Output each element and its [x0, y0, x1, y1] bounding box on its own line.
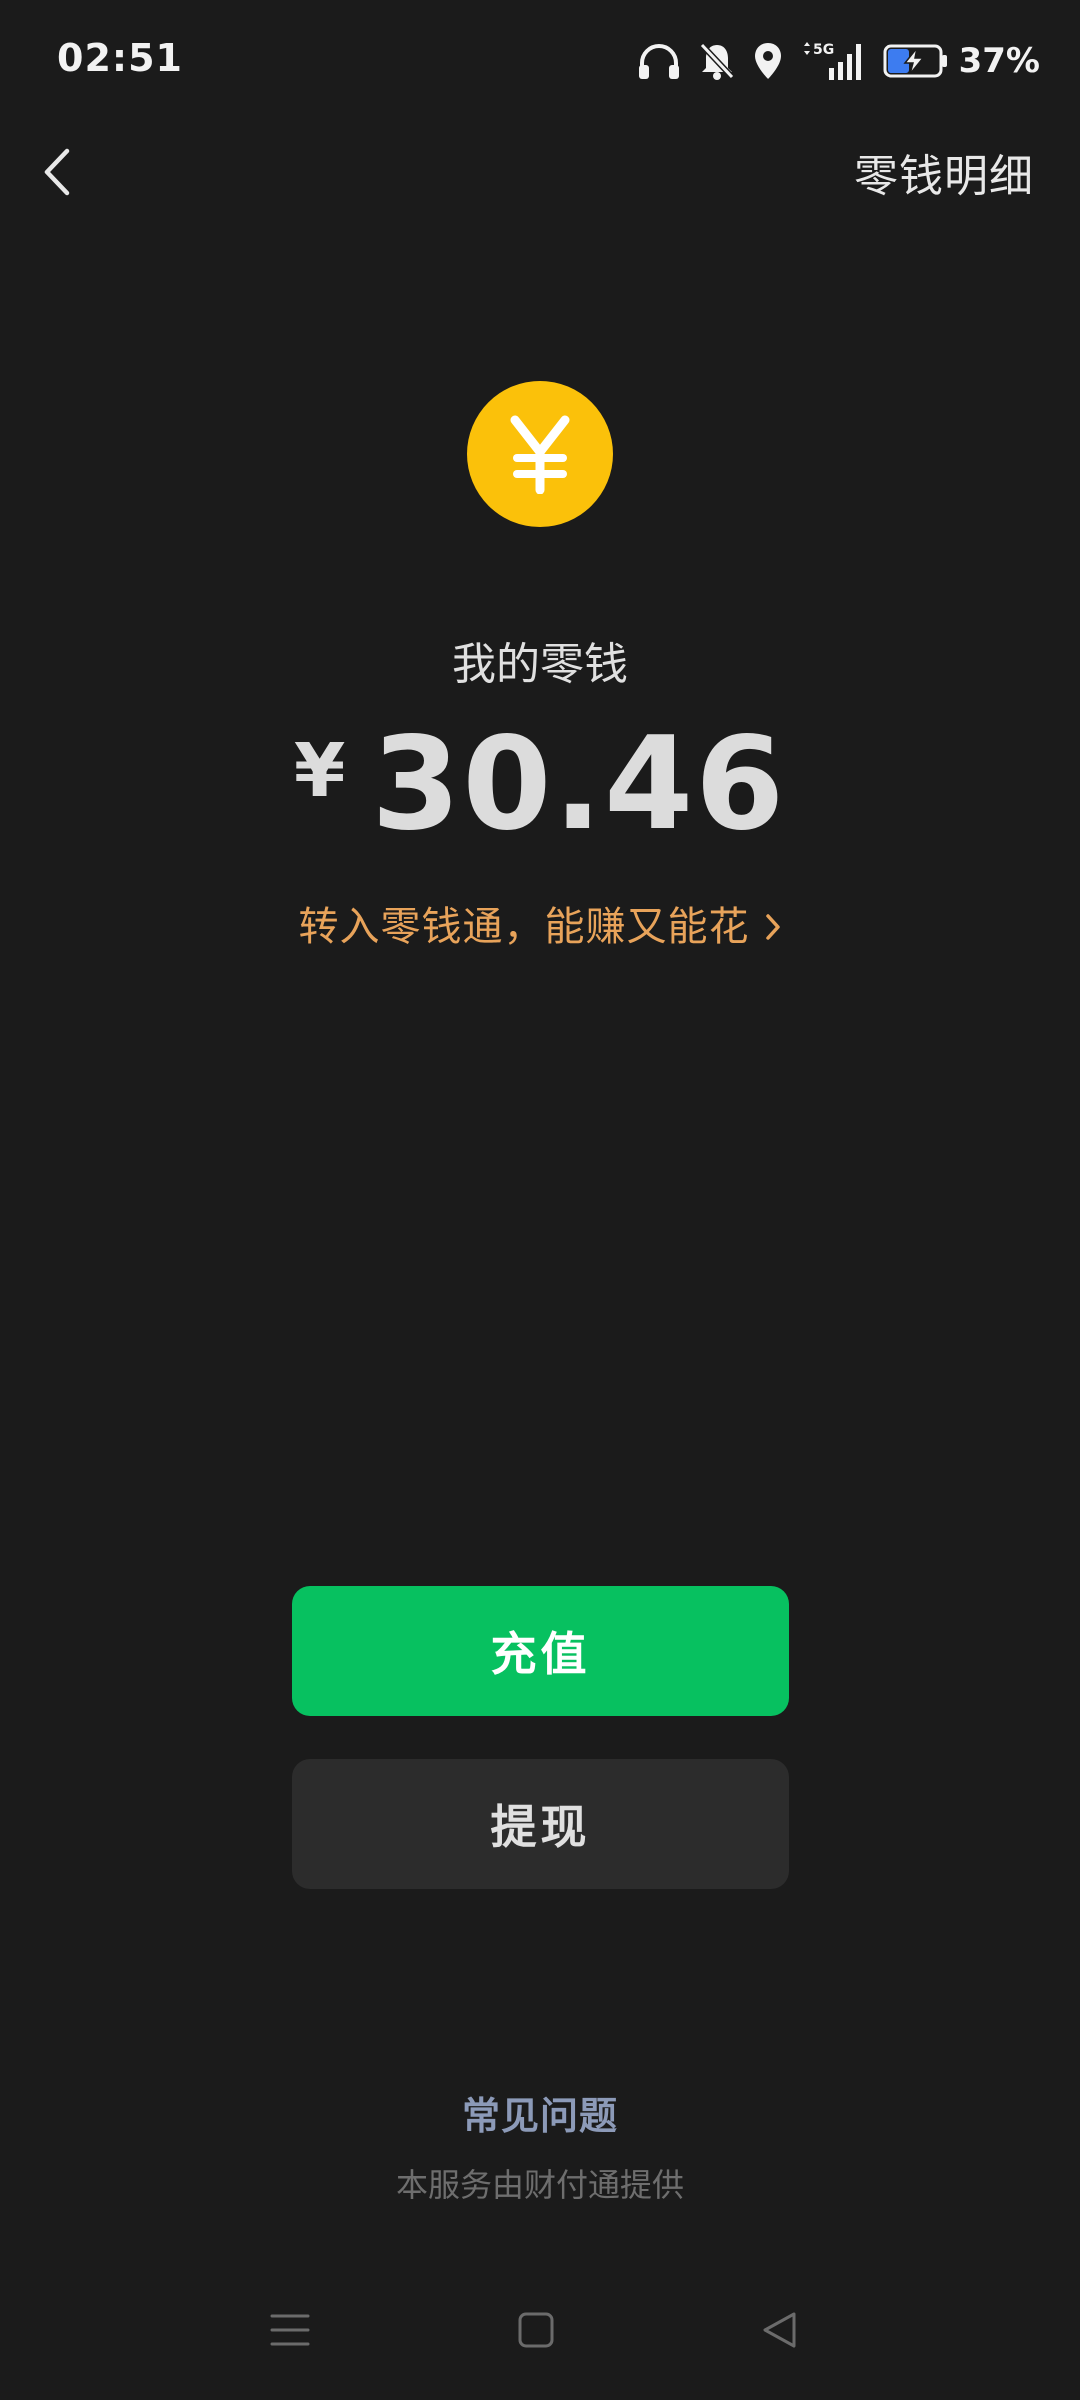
- system-navigation-bar: [0, 2290, 1080, 2370]
- bell-muted-icon: [699, 41, 735, 81]
- status-bar: 02:51 5G 37%: [0, 0, 1080, 120]
- signal-5g-icon: 5G: [801, 40, 865, 82]
- back-triangle-icon[interactable]: [740, 2290, 820, 2370]
- headphones-icon: [637, 41, 681, 81]
- provider-text: 本服务由财付通提供: [395, 2166, 684, 2204]
- chevron-right-icon: [764, 906, 782, 952]
- svg-text:5G: 5G: [813, 42, 834, 58]
- currency-symbol: ¥: [293, 728, 346, 814]
- home-icon[interactable]: [496, 2290, 576, 2370]
- battery-percent: 37%: [958, 41, 1040, 81]
- transfer-to-lqt-link[interactable]: 转入零钱通，能赚又能花: [0, 894, 1080, 952]
- location-icon: [753, 41, 783, 81]
- status-icons: 5G 37%: [619, 38, 1040, 84]
- promo-text: 转入零钱通，能赚又能花: [298, 904, 750, 950]
- balance-value: 30.46: [371, 710, 787, 859]
- faq-link[interactable]: 常见问题: [0, 2085, 1080, 2140]
- recharge-button[interactable]: 充值: [292, 1586, 789, 1716]
- back-button[interactable]: [32, 142, 82, 202]
- battery-charging-icon: [883, 43, 949, 79]
- balance-label: 我的零钱: [452, 639, 628, 690]
- coin-yen-icon: [467, 381, 613, 527]
- balance-amount: ¥30.46: [0, 710, 1080, 859]
- withdraw-button[interactable]: 提现: [292, 1759, 789, 1889]
- transactions-link[interactable]: 零钱明细: [854, 140, 1034, 204]
- status-time: 02:51: [57, 36, 183, 80]
- menu-icon[interactable]: [250, 2290, 330, 2370]
- chevron-left-icon: [44, 148, 70, 196]
